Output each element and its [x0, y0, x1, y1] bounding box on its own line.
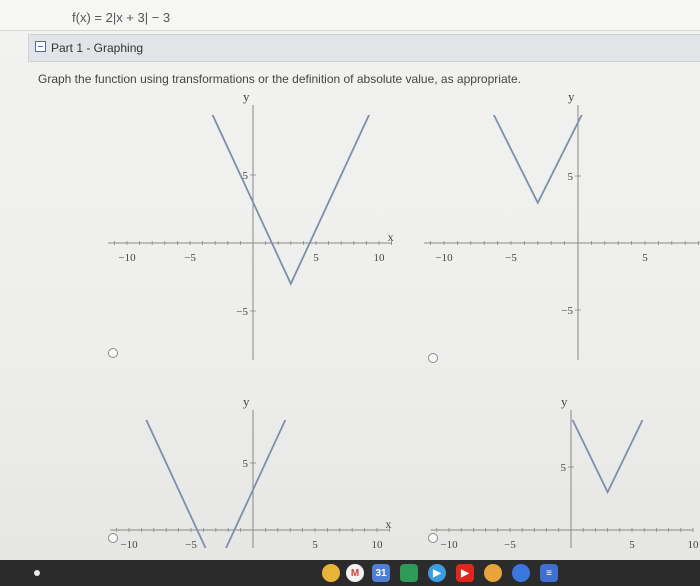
- radio-option-a[interactable]: [108, 348, 118, 358]
- radio-option-c[interactable]: [108, 533, 118, 543]
- graph-curve-b: [492, 115, 583, 205]
- graph-curve-d: [571, 420, 644, 495]
- x-tick-label: −5: [505, 252, 517, 264]
- photos-icon[interactable]: [484, 564, 502, 582]
- x-tick-label: −10: [440, 539, 458, 551]
- radio-option-d[interactable]: [428, 533, 438, 543]
- y-tick-label: 5: [568, 171, 574, 183]
- y-tick-label: −5: [236, 306, 248, 318]
- x-tick-label: 5: [312, 539, 318, 551]
- graph-option-a: −10 −5 5 10 5 −5 y x −10 −5 5 5 −5 y −10 −5 5 10 5 y x −10 −5 5…: [108, 89, 700, 551]
- taskbar: M 31 ▶ ▶ ≡: [0, 560, 700, 586]
- y-tick-label: 5: [561, 462, 567, 474]
- page: f(x) = 2|x + 3| − 3 Part 1 - Graphing Gr…: [0, 0, 700, 560]
- y-axis-label: y: [568, 89, 575, 104]
- x-tick-label: 5: [642, 252, 648, 264]
- x-tick-label: −10: [120, 539, 138, 551]
- graph-curve-a: [211, 115, 370, 286]
- youtube-icon[interactable]: ▶: [456, 564, 474, 582]
- x-axis-label: x: [385, 517, 391, 531]
- x-tick-label: −5: [185, 539, 197, 551]
- x-tick-label: −5: [504, 539, 516, 551]
- x-tick-label: −10: [118, 252, 136, 264]
- x-tick-label: −10: [435, 252, 453, 264]
- y-axis-label: y: [243, 394, 250, 409]
- launcher-icon[interactable]: [34, 570, 40, 576]
- messages-icon[interactable]: [512, 564, 530, 582]
- y-tick-label: 5: [243, 458, 249, 470]
- x-tick-label: −5: [184, 252, 196, 264]
- gmail-icon[interactable]: M: [346, 564, 364, 582]
- play-icon[interactable]: ▶: [428, 564, 446, 582]
- x-axis-label: x: [388, 230, 394, 244]
- x-tick-label: 10: [688, 539, 700, 551]
- classroom-icon[interactable]: [400, 564, 418, 582]
- y-axis-label: y: [561, 394, 568, 409]
- chrome-icon[interactable]: [322, 564, 340, 582]
- radio-option-b[interactable]: [428, 353, 438, 363]
- x-tick-label: 5: [629, 539, 635, 551]
- docs-icon[interactable]: ≡: [540, 564, 558, 582]
- x-tick-label: 10: [372, 539, 384, 551]
- y-tick-label: −5: [561, 305, 573, 317]
- calendar-icon[interactable]: 31: [372, 564, 390, 582]
- x-tick-label: 5: [313, 252, 319, 264]
- y-axis-label: y: [243, 89, 250, 104]
- x-tick-label: 10: [374, 252, 386, 264]
